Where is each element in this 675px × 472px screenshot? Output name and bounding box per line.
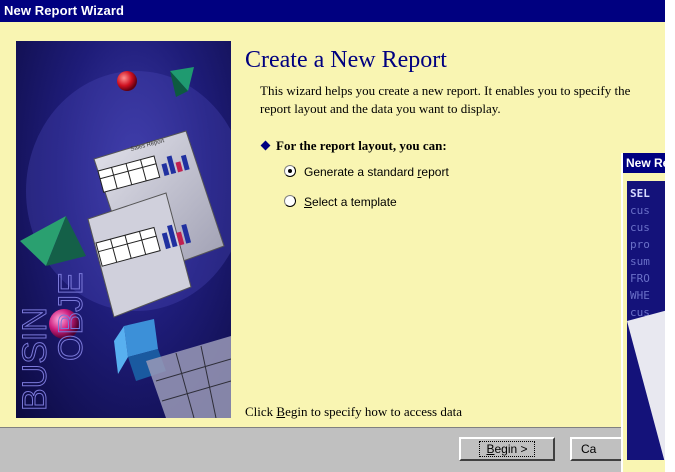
option-label-pre: Generate a standard [304,165,418,179]
red-sphere [117,71,137,91]
option-label-post: eport [421,165,449,179]
radio-generate-standard-report[interactable]: Generate a standard report [284,165,449,179]
option-label-post: elect a template [312,195,397,209]
instruction-key: B [276,404,286,419]
wizard-illustration: Sales Report BUSIN OBJE [16,41,231,418]
code-line: cus [630,221,650,234]
radio-select-template[interactable]: Select a template [284,195,397,209]
button-bar: Begin > Ca [0,427,675,472]
code-line: sum [630,255,650,268]
second-wizard-window[interactable]: New Re SEL cus cus pro sum FRO WHE cus [621,153,667,472]
begin-instruction: Click Begin to specify how to access dat… [245,404,462,420]
code-line: FRO [630,272,650,285]
section-label-text: For the report layout, you can: [276,138,447,153]
code-line: cus [630,204,650,217]
sql-illustration: SEL cus cus pro sum FRO WHE cus [627,181,667,460]
begin-button[interactable]: Begin > [459,437,555,461]
instruction-post: egin to specify how to access data [285,404,462,419]
radio-button-unselected[interactable] [284,195,296,207]
watermark-objects: OBJE [52,272,90,361]
wizard-description: This wizard helps you create a new repor… [260,83,631,116]
diamond-bullet-icon [260,140,271,151]
instruction-pre: Click [245,404,277,419]
title-bar[interactable]: New Report Wizard [0,0,675,22]
layout-section-label: For the report layout, you can: [260,138,447,154]
radio-button-selected[interactable] [284,165,296,177]
page-title: Create a New Report [245,47,447,73]
code-line: WHE [630,289,650,302]
business-objects-artwork: Sales Report BUSIN OBJE [16,67,231,418]
second-window-title: New Re [626,156,667,170]
window-title: New Report Wizard [4,3,125,18]
option-label-key: S [304,195,313,209]
code-line: SEL [630,187,650,200]
screen-edge [665,0,675,472]
watermark-business: BUSIN [16,307,54,411]
sql-paper-sheet [627,305,667,460]
begin-label: egin > [494,442,528,456]
second-window-title-bar[interactable]: New Re [623,153,667,173]
sql-code: SEL cus cus pro sum FRO WHE cus [630,185,650,321]
code-line: pro [630,238,650,251]
new-report-wizard-window: New Report Wizard Sales Report BUSIN OBJ… [0,0,675,472]
begin-button-focus: Begin > [479,441,535,457]
